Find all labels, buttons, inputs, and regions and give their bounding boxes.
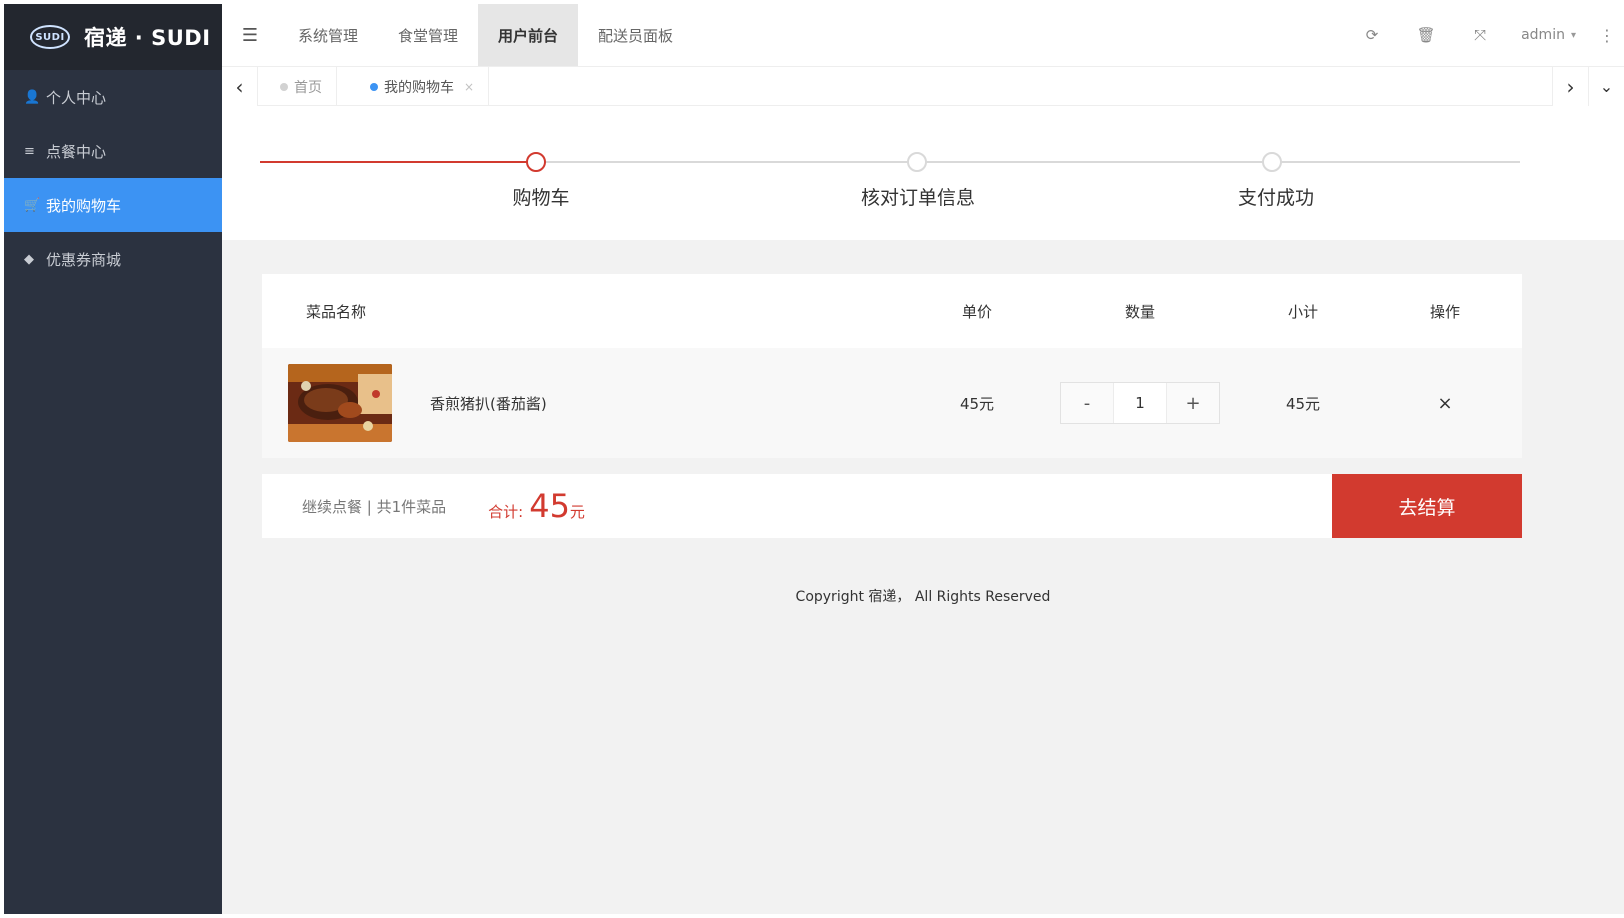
cart-header-row: 菜品名称 单价 数量 小计 操作 [262, 274, 1522, 348]
sidebar-item-ordering[interactable]: ≡ 点餐中心 [4, 124, 222, 178]
cell-price: 45元 [959, 394, 995, 413]
step-marker-paid [1262, 152, 1282, 172]
continue-ordering-link[interactable]: 继续点餐 | 共1件菜品 [302, 496, 446, 517]
step-label-cart: 购物车 [512, 187, 570, 209]
step-label-paid: 支付成功 [1237, 187, 1315, 209]
caret-down-icon: ▾ [1570, 29, 1576, 41]
chevron-left-icon[interactable]: ‹ [222, 67, 258, 106]
username: admin [1521, 27, 1565, 43]
sidebar-item-label: 我的购物车 [46, 196, 122, 215]
refresh-icon[interactable]: ⟳ [1345, 4, 1399, 66]
tab-dot [370, 82, 378, 91]
more-icon[interactable]: ⋮ [1590, 4, 1624, 66]
user-menu[interactable]: admin ▾ [1507, 4, 1590, 66]
total-label: 合计: [488, 503, 524, 521]
cell-op: × [1368, 393, 1522, 414]
quantity-stepper: - 1 + [1060, 382, 1220, 424]
header-tab-user-front[interactable]: 用户前台 [478, 4, 579, 66]
header-op: 操作 [1429, 302, 1460, 321]
sidebar-item-label: 点餐中心 [46, 142, 107, 161]
logo-badge: SUDI [30, 25, 70, 49]
trash-icon[interactable]: 🗑 [1399, 4, 1453, 66]
step-marker-cart [526, 152, 546, 172]
tag-icon: ◆ [24, 251, 34, 267]
cell-name: 香煎猪扒(番茄酱) [262, 364, 912, 442]
total-unit: 元 [569, 503, 585, 521]
header-tools: ⟳ 🗑 ⤧ admin ▾ ⋮ [1345, 4, 1624, 66]
cell-qty: - 1 + [1042, 382, 1238, 424]
sidebar-item-profile[interactable]: 👤 个人中心 [4, 70, 222, 124]
increment-button[interactable]: + [1167, 383, 1219, 423]
close-icon[interactable]: × [464, 80, 474, 94]
copyright: Copyright 宿递， All Rights Reserved [795, 589, 1051, 605]
sidebar-item-coupons[interactable]: ◆ 优惠券商城 [4, 232, 222, 286]
remove-item-icon[interactable]: × [1437, 393, 1452, 414]
checkout-steps: 购物车 核对订单信息 支付成功 [222, 106, 1624, 240]
cart-footer: 继续点餐 | 共1件菜品 合计: 45 元 去结算 [262, 474, 1522, 538]
chevron-down-icon[interactable]: ⌄ [1588, 67, 1624, 106]
header-subtotal: 小计 [1287, 302, 1318, 321]
chevron-right-icon[interactable]: › [1552, 67, 1588, 106]
cart-total: 合计: 45 元 [488, 487, 585, 525]
header-price: 单价 [961, 302, 992, 321]
cell-subtotal: 45元 [1285, 394, 1321, 413]
menu-toggle-icon[interactable]: ☰ [222, 4, 278, 66]
step-marker-confirm [907, 152, 927, 172]
total-value: 45 [529, 487, 570, 525]
logo: SUDI 宿递 · SUDI [4, 4, 222, 70]
sidebar-item-cart[interactable]: 🛒 我的购物车 [4, 178, 222, 232]
page-tab-cart[interactable]: 我的购物车 × [356, 67, 490, 106]
food-icon: ≡ [24, 143, 35, 159]
tab-dot [280, 82, 288, 91]
cart-table: 菜品名称 单价 数量 小计 操作 香煎猪扒(番茄酱) 45元 - 1 + 45元… [262, 274, 1522, 538]
header-name: 菜品名称 [306, 302, 367, 321]
app-frame: SUDI 宿递 · SUDI 👤 个人中心 ≡ 点餐中心 🛒 我的购物车 ◆ 优… [4, 4, 1624, 914]
header-qty: 数量 [1124, 302, 1155, 321]
page-tabstrip: ‹ 首页 我的购物车 × › ⌄ [222, 66, 1624, 106]
sidebar-item-label: 优惠券商城 [46, 250, 122, 269]
logo-text: 宿递 · SUDI [84, 26, 211, 50]
food-name: 香煎猪扒(番茄酱) [430, 394, 547, 413]
step-label-confirm: 核对订单信息 [860, 187, 976, 209]
cart-icon: 🛒 [24, 197, 41, 213]
page-tab-label: 首页 [294, 79, 322, 96]
page-tab-home[interactable]: 首页 [266, 67, 337, 106]
header-tab-canteen[interactable]: 食堂管理 [378, 4, 478, 66]
header-tab-system[interactable]: 系统管理 [278, 4, 378, 66]
quantity-value[interactable]: 1 [1113, 383, 1167, 423]
fullscreen-icon[interactable]: ⤧ [1453, 4, 1507, 66]
sidebar-item-label: 个人中心 [46, 88, 107, 107]
decrement-button[interactable]: - [1061, 383, 1113, 423]
page-tab-label: 我的购物车 [384, 79, 454, 96]
table-row: 香煎猪扒(番茄酱) 45元 - 1 + 45元 × [262, 348, 1522, 458]
food-image [288, 364, 392, 442]
user-icon: 👤 [24, 89, 41, 105]
sidebar: SUDI 宿递 · SUDI 👤 个人中心 ≡ 点餐中心 🛒 我的购物车 ◆ 优… [4, 4, 222, 914]
checkout-button[interactable]: 去结算 [1332, 474, 1522, 538]
header-tab-courier[interactable]: 配送员面板 [578, 4, 693, 66]
steps-track [260, 152, 1520, 172]
top-header: ☰ 系统管理 食堂管理 用户前台 配送员面板 ⟳ 🗑 ⤧ admin ▾ ⋮ [222, 4, 1624, 66]
